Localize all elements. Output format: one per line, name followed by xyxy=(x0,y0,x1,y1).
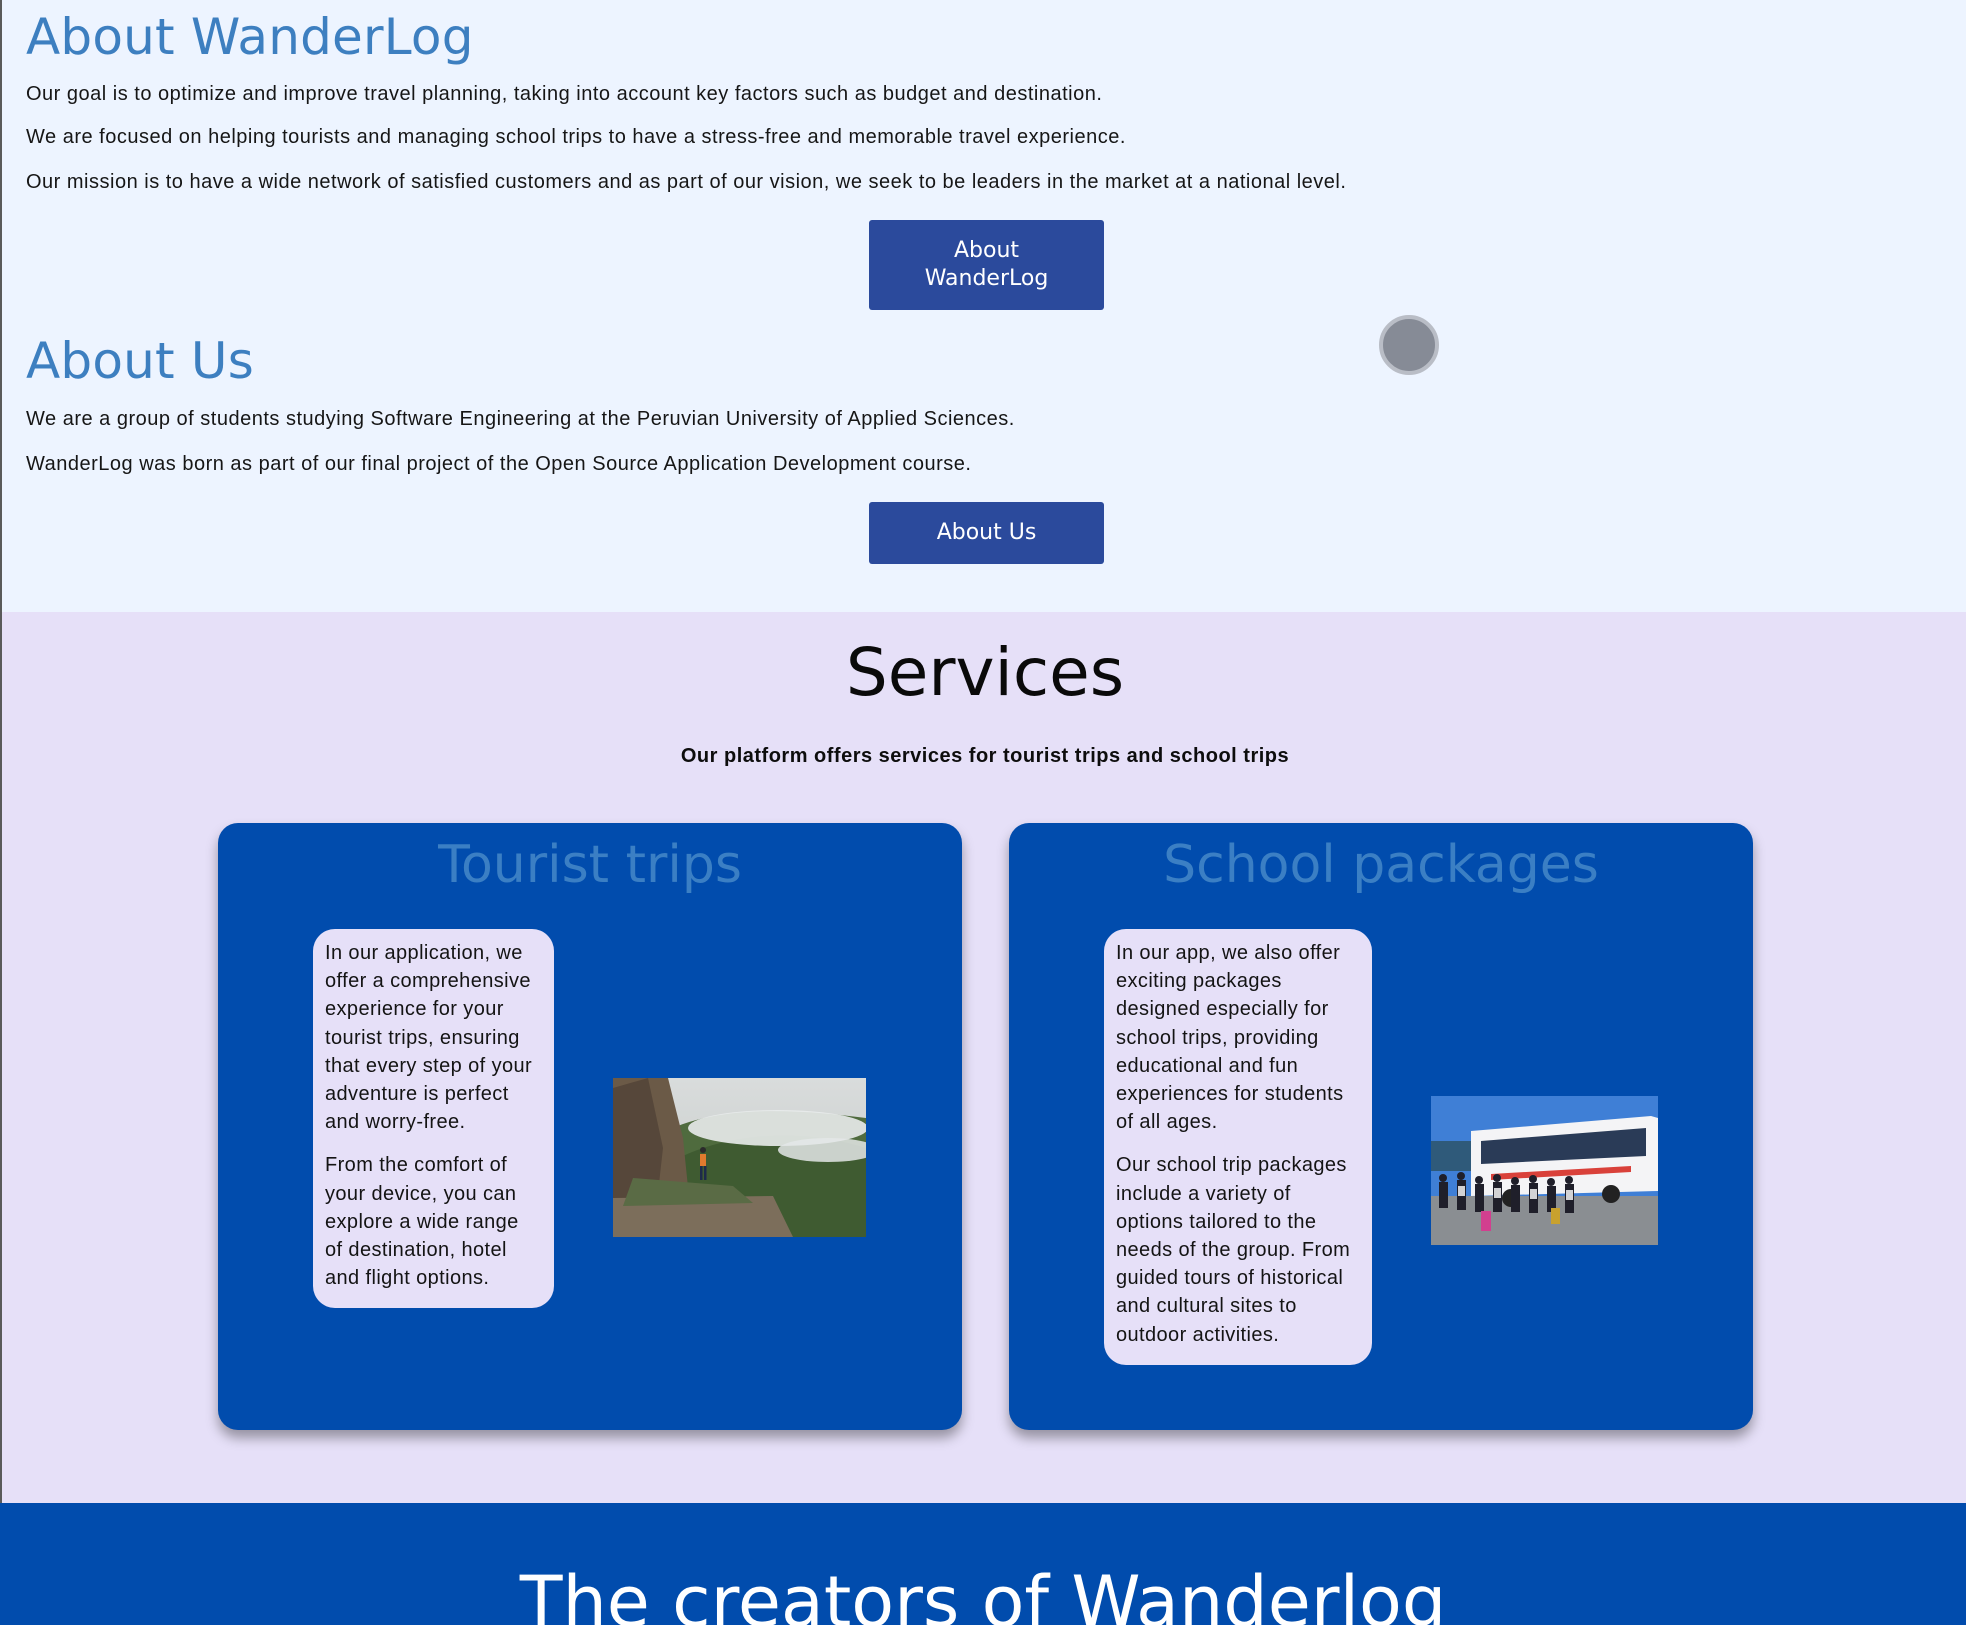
school-packages-card: School packages In our app, we also offe… xyxy=(1009,823,1753,1430)
services-section: Services Our platform offers services fo… xyxy=(0,612,1966,1503)
cursor-indicator xyxy=(1379,315,1439,375)
creators-title: The creators of Wanderlog xyxy=(519,1561,1447,1625)
about-wanderlog-paragraph: Our mission is to have a wide network of… xyxy=(26,171,1347,193)
about-us-button[interactable]: About Us xyxy=(869,502,1104,564)
hiker-photo xyxy=(613,1078,866,1237)
about-us-paragraph: WanderLog was born as part of our final … xyxy=(26,453,972,475)
card-title: Tourist trips xyxy=(438,835,742,895)
about-section: About WanderLog Our goal is to optimize … xyxy=(0,0,1966,612)
creators-section: The creators of Wanderlog xyxy=(0,1503,1966,1625)
about-us-paragraph: We are a group of students studying Soft… xyxy=(26,408,1015,430)
about-us-heading: About Us xyxy=(26,332,254,390)
card-paragraph: From the comfort of your device, you can… xyxy=(325,1154,519,1290)
card-paragraph: In our application, we offer a comprehen… xyxy=(325,942,533,1134)
services-subtitle: Our platform offers services for tourist… xyxy=(680,745,1290,767)
card-description: In our app, we also offer exciting packa… xyxy=(1104,929,1372,1365)
about-wanderlog-paragraph: Our goal is to optimize and improve trav… xyxy=(26,83,1103,105)
card-title: School packages xyxy=(1163,835,1599,895)
tourist-trips-card: Tourist trips In our application, we off… xyxy=(218,823,962,1430)
card-paragraph: In our app, we also offer exciting packa… xyxy=(1116,942,1344,1134)
about-wanderlog-heading: About WanderLog xyxy=(26,8,474,66)
school-bus-photo xyxy=(1431,1096,1658,1245)
card-paragraph: Our school trip packages include a varie… xyxy=(1116,1154,1351,1346)
about-wanderlog-paragraph: We are focused on helping tourists and m… xyxy=(26,126,1126,148)
about-wanderlog-button[interactable]: About WanderLog xyxy=(869,220,1104,310)
services-title: Services xyxy=(845,634,1125,711)
card-description: In our application, we offer a comprehen… xyxy=(313,929,554,1309)
